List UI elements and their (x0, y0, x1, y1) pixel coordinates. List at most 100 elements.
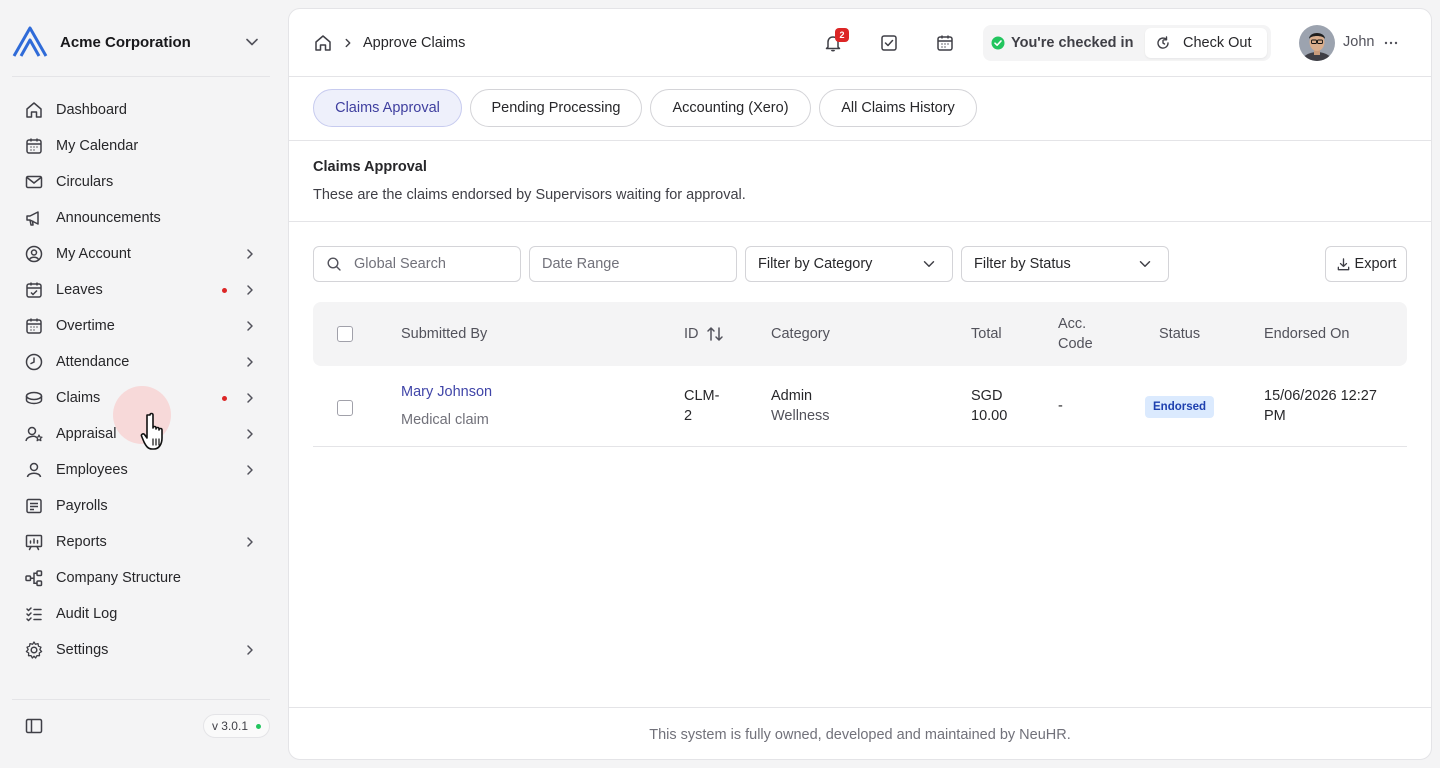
category-filter-select[interactable]: Filter by Category (745, 246, 953, 282)
section-description: These are the claims endorsed by Supervi… (313, 187, 746, 203)
sidebar-item-my-account[interactable]: My Account (16, 236, 266, 272)
header-status[interactable]: Status (1159, 302, 1200, 366)
sidebar-item-my-calendar[interactable]: My Calendar (16, 128, 266, 164)
tab-accounting-xero[interactable]: Accounting (Xero) (650, 89, 811, 127)
sort-icon[interactable] (705, 324, 725, 344)
chevron-right-icon (247, 321, 253, 331)
global-search-field[interactable] (313, 246, 521, 282)
sidebar-item-attendance[interactable]: Attendance (16, 344, 266, 380)
date-range-field[interactable] (529, 246, 737, 282)
sidebar-item-leaves[interactable]: Leaves (16, 272, 266, 308)
mail-icon (25, 175, 43, 189)
endorsed-meridiem: PM (1264, 408, 1286, 424)
sidebar-item-reports[interactable]: Reports (16, 524, 266, 560)
org-name: Acme Corporation (60, 33, 191, 51)
header-acc-code[interactable]: Acc. Code (1058, 302, 1093, 366)
header-acc-code-line1: Acc. (1058, 316, 1087, 332)
sidebar-item-dashboard[interactable]: Dashboard (16, 92, 266, 128)
select-all-checkbox[interactable] (337, 326, 353, 342)
sidebar-item-label: Attendance (56, 354, 130, 370)
calendar-clock-icon (26, 318, 42, 334)
status-filter-select[interactable]: Filter by Status (961, 246, 1169, 282)
table-header: Submitted By ID Category Total Acc. Code… (313, 302, 1407, 366)
download-icon (1337, 257, 1349, 270)
topbar: Approve Claims 2 You're checked in Check… (289, 9, 1431, 77)
user-name[interactable]: John (1343, 34, 1374, 50)
receipt-icon (26, 498, 42, 514)
avatar[interactable] (1299, 25, 1335, 61)
header-id[interactable]: ID (684, 302, 725, 366)
sidebar-item-label: Employees (56, 462, 128, 478)
header-endorsed-on[interactable]: Endorsed On (1264, 302, 1349, 366)
main-panel: Approve Claims 2 You're checked in Check… (288, 8, 1432, 760)
org-switcher[interactable]: Acme Corporation (12, 22, 270, 62)
export-button[interactable]: Export (1325, 246, 1407, 282)
user-circle-icon (25, 245, 43, 263)
sidebar-item-company-structure[interactable]: Company Structure (16, 560, 266, 596)
sidebar-item-label: My Account (56, 246, 131, 262)
check-out-button[interactable]: Check Out (1145, 28, 1267, 58)
select-all-cell (337, 302, 353, 366)
claims-table: Submitted By ID Category Total Acc. Code… (313, 302, 1407, 447)
home-icon[interactable] (313, 33, 333, 53)
claim-id: CLM- 2 (684, 386, 719, 426)
calendar-icon (26, 138, 42, 154)
sidebar: Acme Corporation Dashboard My Calendar C… (0, 0, 282, 768)
sidebar-item-label: Settings (56, 642, 109, 658)
claim-type: Medical claim (401, 412, 489, 428)
sidebar-item-label: Dashboard (56, 102, 127, 118)
header-total[interactable]: Total (971, 302, 1002, 366)
section-title: Claims Approval (313, 159, 427, 175)
sidebar-item-label: Circulars (56, 174, 114, 190)
tab-claims-approval[interactable]: Claims Approval (313, 89, 462, 127)
claim-amount: 10.00 (971, 408, 1008, 424)
page-footer: This system is fully owned, developed an… (289, 707, 1431, 759)
sidebar-item-employees[interactable]: Employees (16, 452, 266, 488)
table-row[interactable]: Mary Johnson Medical claim CLM- 2 Admin … (313, 366, 1407, 447)
chevron-right-icon (247, 393, 253, 403)
sidebar-item-label: Leaves (56, 282, 103, 298)
claim-id-line2: 2 (684, 408, 693, 424)
check-out-label: Check Out (1183, 35, 1252, 51)
row-checkbox[interactable] (337, 400, 353, 416)
presentation-icon (25, 534, 43, 551)
more-horizontal-icon[interactable] (1381, 33, 1401, 53)
sidebar-item-settings[interactable]: Settings (16, 632, 266, 668)
task-check-icon[interactable] (879, 33, 899, 53)
checkin-status: You're checked in (1011, 35, 1134, 51)
sidebar-item-overtime[interactable]: Overtime (16, 308, 266, 344)
date-range-input[interactable] (542, 256, 736, 272)
acme-logo-icon (12, 26, 48, 57)
header-category[interactable]: Category (771, 302, 830, 366)
status-dot (256, 723, 261, 729)
sidebar-item-payrolls[interactable]: Payrolls (16, 488, 266, 524)
user-icon (26, 462, 42, 478)
calendar-check-icon (26, 282, 42, 298)
sidebar-item-label: Reports (56, 534, 107, 550)
category-filter-label: Filter by Category (758, 256, 873, 272)
submitter-name-link[interactable]: Mary Johnson (401, 382, 492, 402)
notification-dot (222, 396, 227, 401)
header-acc-code-line2: Code (1058, 336, 1093, 352)
sidebar-item-label: Overtime (56, 318, 115, 334)
category-group: Admin (771, 388, 813, 404)
tab-all-claims-history[interactable]: All Claims History (819, 89, 977, 127)
acc-code: - (1058, 398, 1063, 414)
chevron-right-icon (247, 429, 253, 439)
refresh-clock-icon (1157, 36, 1169, 49)
clock-icon (25, 353, 43, 371)
footer-text: This system is fully owned, developed an… (649, 726, 1071, 743)
sidebar-item-label: Audit Log (56, 606, 118, 622)
status-badge: Endorsed (1145, 396, 1215, 418)
tabs-bar: Claims Approval Pending Processing Accou… (289, 77, 1431, 141)
sidebar-item-audit-log[interactable]: Audit Log (16, 596, 266, 632)
sidebar-item-circulars[interactable]: Circulars (16, 164, 266, 200)
header-submitted-by[interactable]: Submitted By (401, 302, 487, 366)
sidebar-toggle-icon[interactable] (24, 716, 44, 736)
search-input[interactable] (354, 256, 520, 272)
calendar-icon[interactable] (935, 33, 955, 53)
sidebar-item-label: Payrolls (56, 498, 108, 514)
tab-pending-processing[interactable]: Pending Processing (470, 89, 642, 127)
header-id-label: ID (684, 326, 699, 342)
sidebar-item-announcements[interactable]: Announcements (16, 200, 266, 236)
